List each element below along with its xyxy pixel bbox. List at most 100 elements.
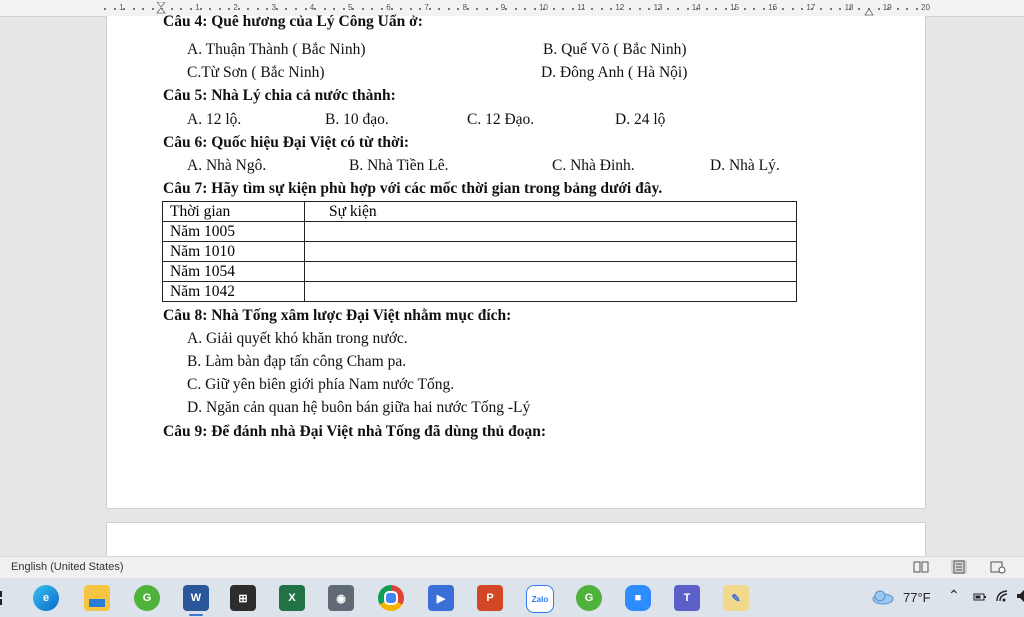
- ruler-tick: [848, 8, 851, 10]
- ruler-tick: [724, 8, 727, 10]
- ruler-tick: [638, 8, 641, 10]
- edge-icon[interactable]: e: [33, 585, 59, 611]
- language-indicator[interactable]: English (United States): [11, 561, 124, 573]
- ruler-tick: [428, 8, 431, 10]
- question-7-title: Câu 7: Hãy tìm sự kiện phù hợp với các m…: [163, 180, 663, 197]
- question-6-option-a: A. Nhà Ngô.: [187, 157, 267, 174]
- ruler-number: 20: [921, 3, 930, 12]
- coccoc-icon[interactable]: G: [576, 585, 602, 611]
- question-6-option-b: B. Nhà Tiền Lê.: [349, 157, 449, 174]
- ruler-tick: [142, 8, 145, 10]
- ruler-tick: [533, 8, 536, 10]
- ruler-tick: [333, 8, 336, 10]
- table-cell-time[interactable]: Năm 1005: [162, 221, 305, 242]
- ruler-tick: [228, 8, 231, 10]
- ruler-tick: [400, 8, 403, 10]
- word-icon[interactable]: W: [183, 585, 209, 611]
- ruler-tick: [610, 8, 613, 10]
- question-8-option-c: C. Giữ yên biên giới phía Nam nước Tống.: [187, 376, 455, 393]
- ruler-tick: [887, 8, 890, 10]
- question-8-title: Câu 8: Nhà Tống xâm lược Đại Việt nhằm m…: [163, 307, 512, 324]
- ruler-tick: [696, 8, 699, 10]
- ruler-tick: [486, 8, 488, 10]
- ruler-tick: [562, 8, 565, 10]
- table-row: Năm 1054: [162, 261, 797, 282]
- chrome-icon[interactable]: [378, 585, 404, 611]
- table-cell-event[interactable]: [304, 241, 797, 262]
- powerpoint-icon[interactable]: P: [477, 585, 503, 611]
- ruler-tick: [829, 8, 832, 10]
- wifi-icon[interactable]: [995, 589, 1011, 603]
- weather-cloud-icon[interactable]: [871, 589, 895, 605]
- right-indent-marker[interactable]: [864, 6, 874, 16]
- ruler-tick: [457, 8, 460, 10]
- question-9-title: Câu 9: Để đánh nhà Đại Việt nhà Tống đã …: [163, 423, 547, 440]
- table-cell-time[interactable]: Năm 1054: [162, 261, 305, 282]
- battery-icon[interactable]: [973, 591, 987, 603]
- question-5-title: Câu 5: Nhà Lý chia cả nước thành:: [163, 87, 396, 104]
- store-icon[interactable]: ⊞: [230, 585, 256, 611]
- table-cell-event[interactable]: [304, 261, 797, 282]
- question-5-option-b: B. 10 đạo.: [325, 111, 389, 128]
- video-icon[interactable]: ▶: [428, 585, 454, 611]
- ruler-tick: [896, 8, 899, 10]
- ruler-tick: [438, 8, 441, 10]
- windows-icon[interactable]: [0, 590, 6, 606]
- ruler-tick: [571, 8, 574, 10]
- table-cell-event[interactable]: [304, 221, 797, 242]
- ruler-tick: [180, 8, 183, 10]
- ruler-tick: [629, 8, 632, 10]
- paint-icon[interactable]: ✎: [723, 585, 749, 611]
- ruler-tick: [791, 8, 794, 10]
- read-mode-icon[interactable]: [913, 560, 929, 574]
- ruler-tick: [304, 8, 307, 10]
- temperature[interactable]: 77°F: [903, 590, 931, 605]
- table-row: Năm 1010: [162, 241, 797, 262]
- table-row: Năm 1042: [162, 281, 797, 302]
- question-5-option-c: C. 12 Đạo.: [467, 111, 535, 128]
- ruler-tick: [466, 8, 469, 10]
- table-cell-time[interactable]: Năm 1042: [162, 281, 305, 302]
- coccoc-icon[interactable]: G: [134, 585, 160, 611]
- ruler-tick: [505, 8, 508, 10]
- question-6-option-c: C. Nhà Đinh.: [552, 157, 635, 174]
- table-header-row: Thời gian Sự kiện: [162, 201, 797, 222]
- ruler-tick: [543, 8, 546, 10]
- ruler-tick: [352, 8, 355, 10]
- question-4-title: Câu 4: Quê hương của Lý Công Uẩn ở:: [163, 13, 423, 30]
- web-layout-icon[interactable]: [990, 560, 1006, 574]
- ruler-tick: [820, 8, 823, 10]
- file-explorer-icon[interactable]: [84, 585, 110, 611]
- question-4-option-a: A. Thuận Thành ( Bắc Ninh): [187, 41, 366, 58]
- active-app-indicator: [189, 614, 203, 616]
- ruler-tick: [619, 8, 622, 10]
- table-header-time[interactable]: Thời gian: [162, 201, 305, 222]
- excel-icon[interactable]: X: [279, 585, 305, 611]
- ruler-tick: [323, 8, 326, 10]
- ruler-tick: [839, 8, 842, 10]
- table-header-event[interactable]: Sự kiện: [304, 201, 797, 222]
- timeline-table[interactable]: Thời gian Sự kiện Năm 1005 Năm 1010 Năm …: [162, 201, 797, 302]
- ruler-tick: [495, 8, 498, 10]
- ruler-tick: [877, 8, 880, 10]
- teams-icon[interactable]: T: [674, 585, 700, 611]
- question-8-option-a: A. Giải quyết khó khăn trong nước.: [187, 330, 408, 347]
- question-5-option-a: A. 12 lộ.: [187, 111, 242, 128]
- question-4-option-d: D. Đông Anh ( Hà Nội): [541, 64, 688, 81]
- ruler-tick: [810, 8, 813, 10]
- print-layout-icon[interactable]: [951, 560, 967, 574]
- camera-icon[interactable]: ◉: [328, 585, 354, 611]
- chevron-up-icon[interactable]: ⌃: [948, 587, 960, 604]
- ruler-tick: [782, 8, 785, 10]
- zoom-icon[interactable]: ■: [625, 585, 651, 611]
- volume-icon[interactable]: [1017, 589, 1024, 603]
- ruler-tick: [514, 8, 517, 10]
- ruler-tick: [380, 8, 383, 10]
- zalo-icon[interactable]: Zalo: [526, 585, 554, 613]
- ruler-tick: [295, 8, 297, 10]
- ruler-tick: [390, 8, 393, 10]
- table-cell-event[interactable]: [304, 281, 797, 302]
- ruler-tick: [285, 8, 288, 10]
- table-cell-time[interactable]: Năm 1010: [162, 241, 305, 262]
- horizontal-ruler[interactable]: 11234567891011121314151617181920: [0, 0, 1024, 17]
